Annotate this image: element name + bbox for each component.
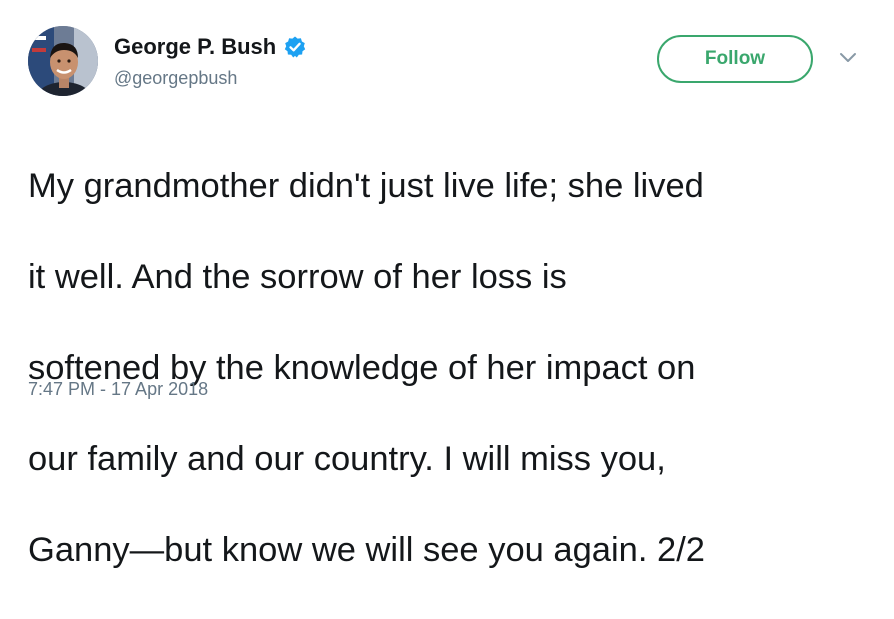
tweet-card: George P. Bush @georgepbush Follow My gr…	[0, 0, 894, 569]
tweet-text-line: our family and our country. I will miss …	[28, 439, 666, 478]
chevron-down-icon[interactable]	[838, 51, 858, 65]
verified-badge-icon	[283, 35, 307, 59]
follow-button[interactable]: Follow	[657, 35, 813, 83]
profile-photo-icon	[28, 26, 98, 96]
author-display-name[interactable]: George P. Bush	[114, 34, 276, 60]
author-name-row: George P. Bush	[114, 34, 307, 60]
tweet-text-line: My grandmother didn't just live life; sh…	[28, 166, 704, 205]
tweet-text: My grandmother didn't just live life; sh…	[28, 118, 868, 619]
tweet-text-line: it well. And the sorrow of her loss is	[28, 257, 567, 296]
tweet-text-line: Ganny—but know we will see you again. 2/…	[28, 530, 705, 569]
tweet-timestamp[interactable]: 7:47 PM - 17 Apr 2018	[28, 379, 208, 400]
author-handle[interactable]: @georgepbush	[114, 68, 237, 89]
avatar[interactable]	[28, 26, 98, 96]
